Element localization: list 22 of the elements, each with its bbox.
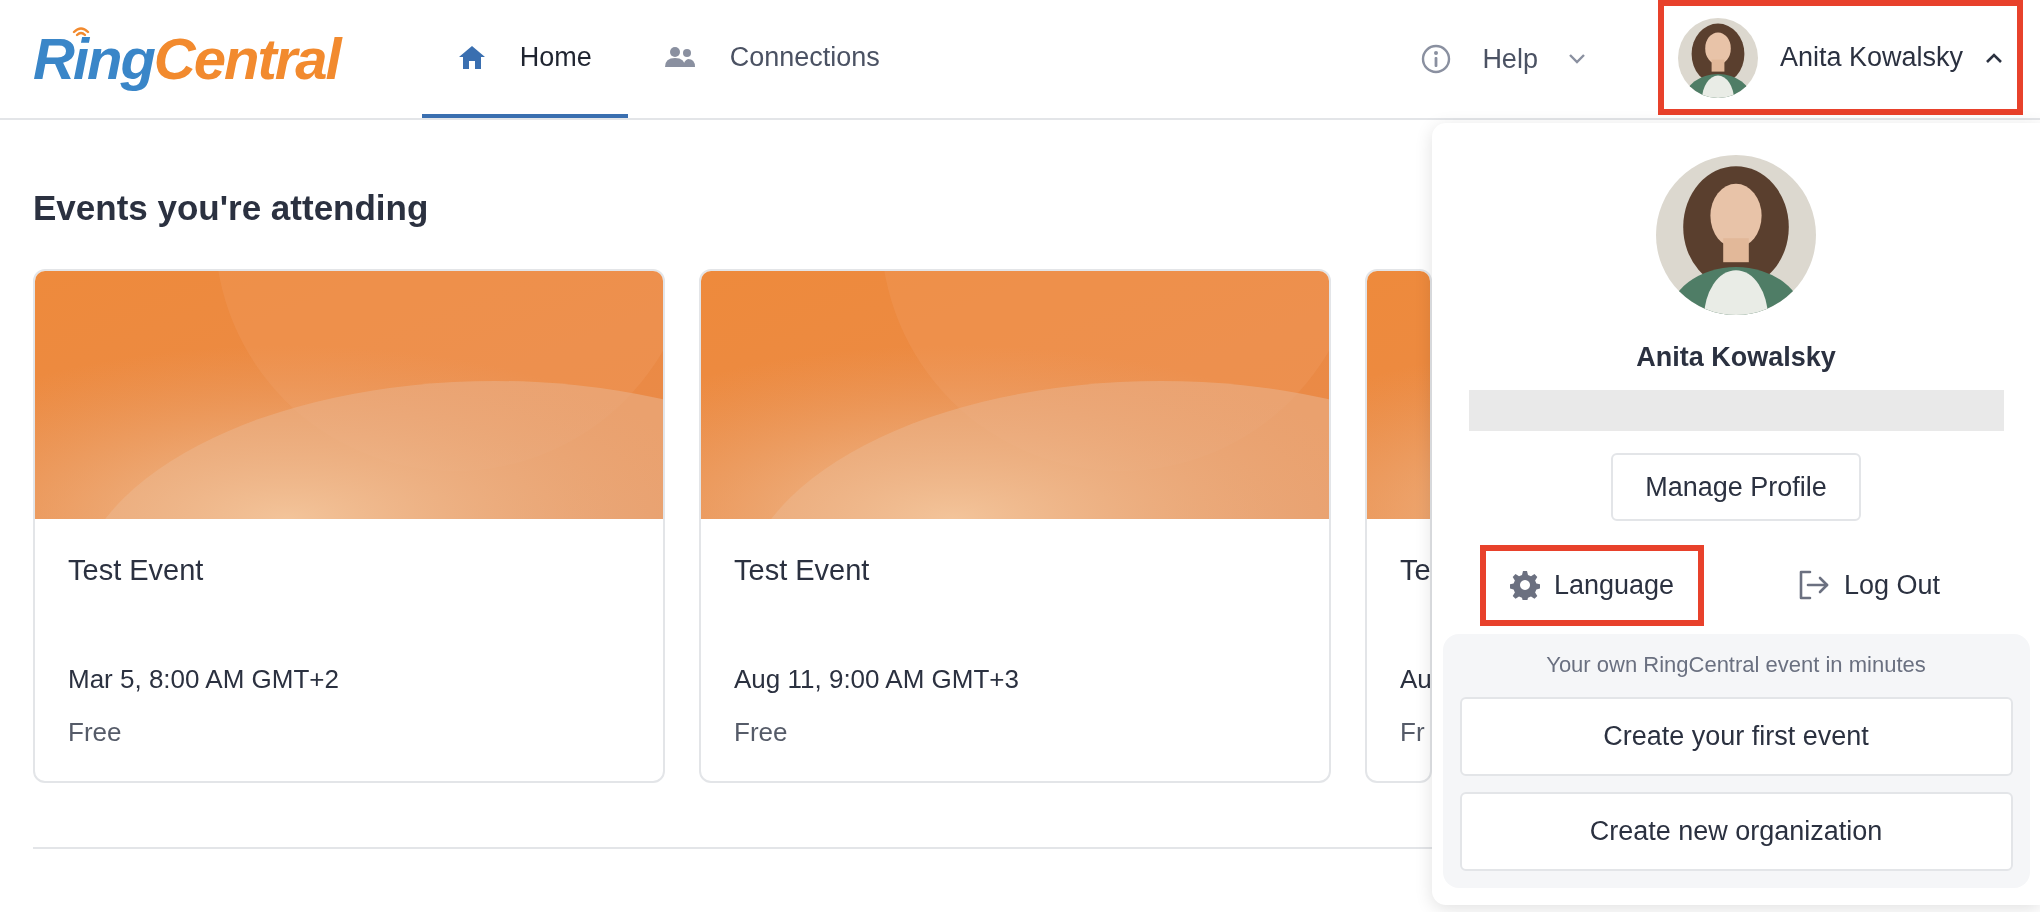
create-button[interactable]: Create your first event <box>1459 696 2013 776</box>
event-title: Te <box>1400 552 1430 588</box>
event-date: Mar 5, 8:00 AM GMT+2 <box>68 663 339 696</box>
help-menu[interactable]: Help <box>1414 0 1592 118</box>
event-date: Aug 11, 9:00 AM GMT+3 <box>734 663 1019 696</box>
nav-tab[interactable]: Home <box>421 0 628 118</box>
section-title: Events you're attending <box>33 187 430 229</box>
user-menu[interactable]: Anita Kowalsky <box>1657 0 2023 115</box>
logo[interactable]: RingCentral <box>33 26 340 91</box>
event-title: Test Event <box>68 552 204 588</box>
language-button[interactable]: Language <box>1480 545 1705 626</box>
profile-name: Anita Kowalsky <box>1636 341 1836 374</box>
event-price: Free <box>68 716 122 749</box>
event-price: Free <box>734 716 788 749</box>
log-out-button[interactable]: Log Out <box>1767 545 1970 626</box>
create-button[interactable]: Create new organization <box>1459 791 2013 871</box>
nav-tab[interactable]: Connections <box>627 0 916 118</box>
manage-profile-button[interactable]: Manage Profile <box>1611 452 1861 521</box>
event-price: Fr <box>1400 716 1425 749</box>
event-date: Au <box>1400 663 1430 696</box>
promo-text: Your own RingCentral event in minutes <box>1546 650 1926 679</box>
event-title: Test Event <box>734 552 870 588</box>
